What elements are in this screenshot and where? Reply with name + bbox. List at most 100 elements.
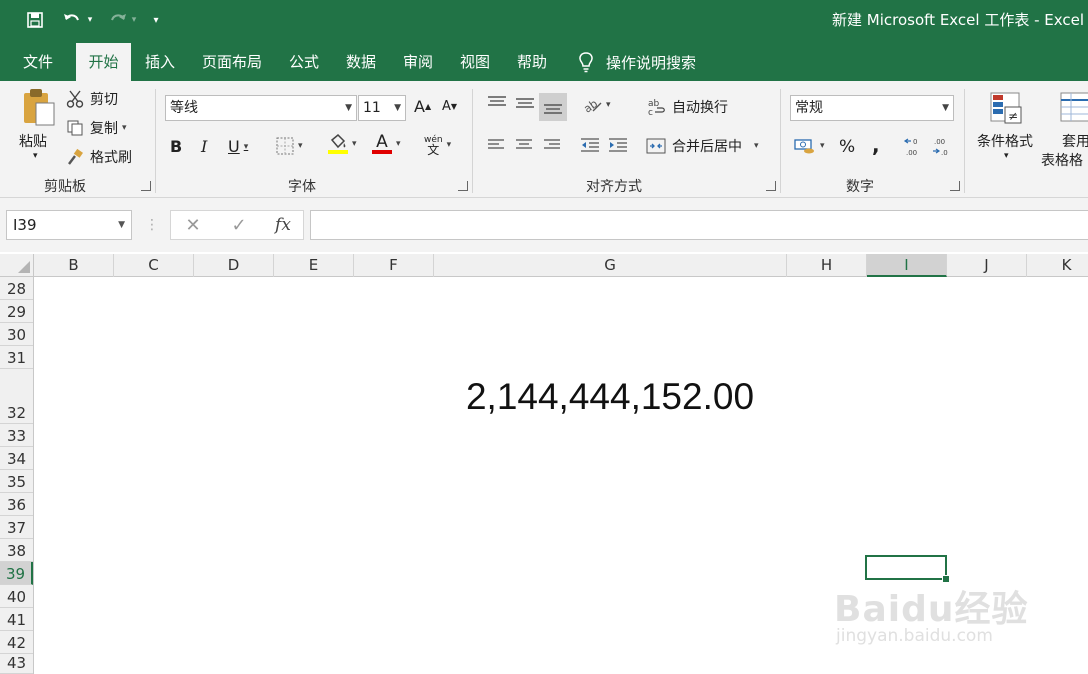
row-header-37[interactable]: 37 — [0, 516, 33, 539]
paste-dropdown[interactable]: ▾ — [33, 151, 38, 161]
font-color-button[interactable]: A ▾ — [372, 134, 401, 154]
copy-dropdown-icon[interactable]: ▾ — [122, 123, 127, 133]
increase-indent-icon[interactable] — [608, 137, 628, 153]
bold-button[interactable]: B — [170, 137, 182, 156]
column-header-i[interactable]: I — [867, 254, 947, 277]
accounting-format-button[interactable]: ▾ — [794, 137, 825, 155]
column-header-j[interactable]: J — [947, 254, 1027, 277]
wrap-text-icon: ab c — [648, 98, 666, 116]
tab-page-layout[interactable]: 页面布局 — [195, 43, 269, 81]
underline-button[interactable]: U ▾ — [228, 137, 248, 156]
row-header-29[interactable]: 29 — [0, 300, 33, 323]
column-header-e[interactable]: E — [274, 254, 354, 277]
italic-button[interactable]: I — [201, 137, 207, 156]
save-icon[interactable] — [24, 8, 46, 32]
decrease-font-size-icon[interactable]: A ▼ — [442, 99, 457, 114]
redo-icon[interactable]: ▾ — [102, 8, 140, 32]
column-header-k[interactable]: K — [1027, 254, 1088, 277]
font-size-select[interactable]: 11 ▼ — [358, 95, 406, 121]
column-header-f[interactable]: F — [354, 254, 434, 277]
merge-center-button[interactable]: 合并后居中 ▾ — [646, 136, 759, 156]
phonetic-guide-button[interactable]: wén 文 ▾ — [424, 135, 451, 156]
chevron-down-icon[interactable]: ▾ — [1004, 151, 1009, 161]
paste-button[interactable]: 粘贴 — [19, 131, 47, 151]
fill-color-button[interactable]: ▾ — [328, 134, 357, 154]
wrap-text-button[interactable]: ab c 自动换行 — [648, 97, 728, 117]
chevron-down-icon: ▾ — [352, 139, 357, 149]
row-header-38[interactable]: 38 — [0, 539, 33, 562]
row-header-42[interactable]: 42 — [0, 631, 33, 654]
row-header-43[interactable]: 43 — [0, 654, 33, 674]
middle-align-icon[interactable] — [515, 95, 535, 111]
undo-icon[interactable]: ▾ — [58, 8, 96, 32]
format-painter-label: 格式刷 — [90, 150, 132, 166]
row-header-36[interactable]: 36 — [0, 493, 33, 516]
column-header-h[interactable]: H — [787, 254, 867, 277]
row-header-31[interactable]: 31 — [0, 346, 33, 369]
tab-data[interactable]: 数据 — [338, 43, 384, 81]
tab-insert[interactable]: 插入 — [137, 43, 183, 81]
cancel-icon[interactable]: ✕ — [180, 210, 206, 240]
row-header-33[interactable]: 33 — [0, 424, 33, 447]
copy-button[interactable]: 复制 ▾ — [66, 118, 127, 138]
insert-function-icon[interactable]: fx — [270, 210, 296, 240]
formula-bar-grip-icon[interactable]: ⋮ — [145, 210, 159, 240]
format-as-table-button-line2[interactable]: 表格格 — [1041, 150, 1083, 170]
row-header-39[interactable]: 39 — [0, 562, 33, 585]
row-header-30[interactable]: 30 — [0, 323, 33, 346]
format-painter-button[interactable]: 格式刷 — [66, 147, 132, 167]
column-header-b[interactable]: B — [34, 254, 114, 277]
borders-button[interactable]: ▾ — [276, 137, 303, 155]
decrease-indent-icon[interactable] — [580, 137, 600, 153]
number-launcher-icon[interactable] — [950, 181, 960, 191]
align-right-icon[interactable] — [543, 138, 561, 152]
name-box[interactable]: I39 ▼ — [6, 210, 132, 240]
increase-decimal-icon[interactable]: 0.00 — [903, 136, 925, 158]
increase-font-size-icon[interactable]: A ▲ — [414, 97, 431, 116]
conditional-formatting-button[interactable]: 条件格式 — [977, 131, 1033, 151]
orientation-button[interactable]: ab ▾ — [582, 97, 611, 113]
decrease-decimal-icon[interactable]: .00.0 — [931, 136, 953, 158]
row-header-34[interactable]: 34 — [0, 447, 33, 470]
tell-me-search[interactable]: 操作说明搜索 — [578, 43, 696, 81]
align-left-icon[interactable] — [487, 138, 505, 152]
tab-view[interactable]: 视图 — [452, 43, 498, 81]
tab-home[interactable]: 开始 — [76, 43, 131, 81]
customize-quick-access-icon[interactable]: ▾ — [148, 8, 164, 32]
row-header-41[interactable]: 41 — [0, 608, 33, 631]
tab-review[interactable]: 审阅 — [395, 43, 441, 81]
clipboard-launcher-icon[interactable] — [141, 181, 151, 191]
active-cell-i39[interactable] — [865, 555, 950, 583]
format-as-table-button[interactable]: 套用 — [1062, 131, 1088, 151]
divider — [964, 89, 965, 193]
cut-button[interactable]: 剪切 — [66, 89, 118, 109]
column-headers: B C D E F G H I J K — [0, 254, 1088, 277]
top-align-icon[interactable] — [487, 95, 507, 111]
comma-style-button[interactable]: , — [872, 133, 880, 157]
cell-g32[interactable]: 2,144,444,152.00 — [434, 370, 786, 424]
row-header-28[interactable]: 28 — [0, 277, 33, 300]
cut-label: 剪切 — [90, 92, 118, 108]
align-center-icon[interactable] — [515, 138, 533, 152]
tab-file[interactable]: 文件 — [10, 43, 66, 81]
tab-formulas[interactable]: 公式 — [281, 43, 327, 81]
percent-style-button[interactable]: % — [839, 137, 855, 157]
column-header-d[interactable]: D — [194, 254, 274, 277]
tab-help[interactable]: 帮助 — [509, 43, 555, 81]
paste-icon[interactable] — [16, 87, 60, 127]
alignment-launcher-icon[interactable] — [766, 181, 776, 191]
font-launcher-icon[interactable] — [458, 181, 468, 191]
row-header-40[interactable]: 40 — [0, 585, 33, 608]
number-format-select[interactable]: 常规 ▼ — [790, 95, 954, 121]
column-header-g[interactable]: G — [434, 254, 787, 277]
formula-input[interactable] — [310, 210, 1088, 240]
column-header-c[interactable]: C — [114, 254, 194, 277]
enter-icon[interactable]: ✓ — [226, 210, 252, 240]
bottom-align-icon[interactable] — [539, 93, 567, 121]
conditional-formatting-icon[interactable]: ≠ — [989, 91, 1025, 125]
font-name-select[interactable]: 等线 ▼ — [165, 95, 357, 121]
format-as-table-icon[interactable] — [1059, 91, 1088, 125]
row-header-35[interactable]: 35 — [0, 470, 33, 493]
select-all-button[interactable] — [0, 254, 34, 277]
row-header-32[interactable]: 32 — [0, 369, 33, 424]
